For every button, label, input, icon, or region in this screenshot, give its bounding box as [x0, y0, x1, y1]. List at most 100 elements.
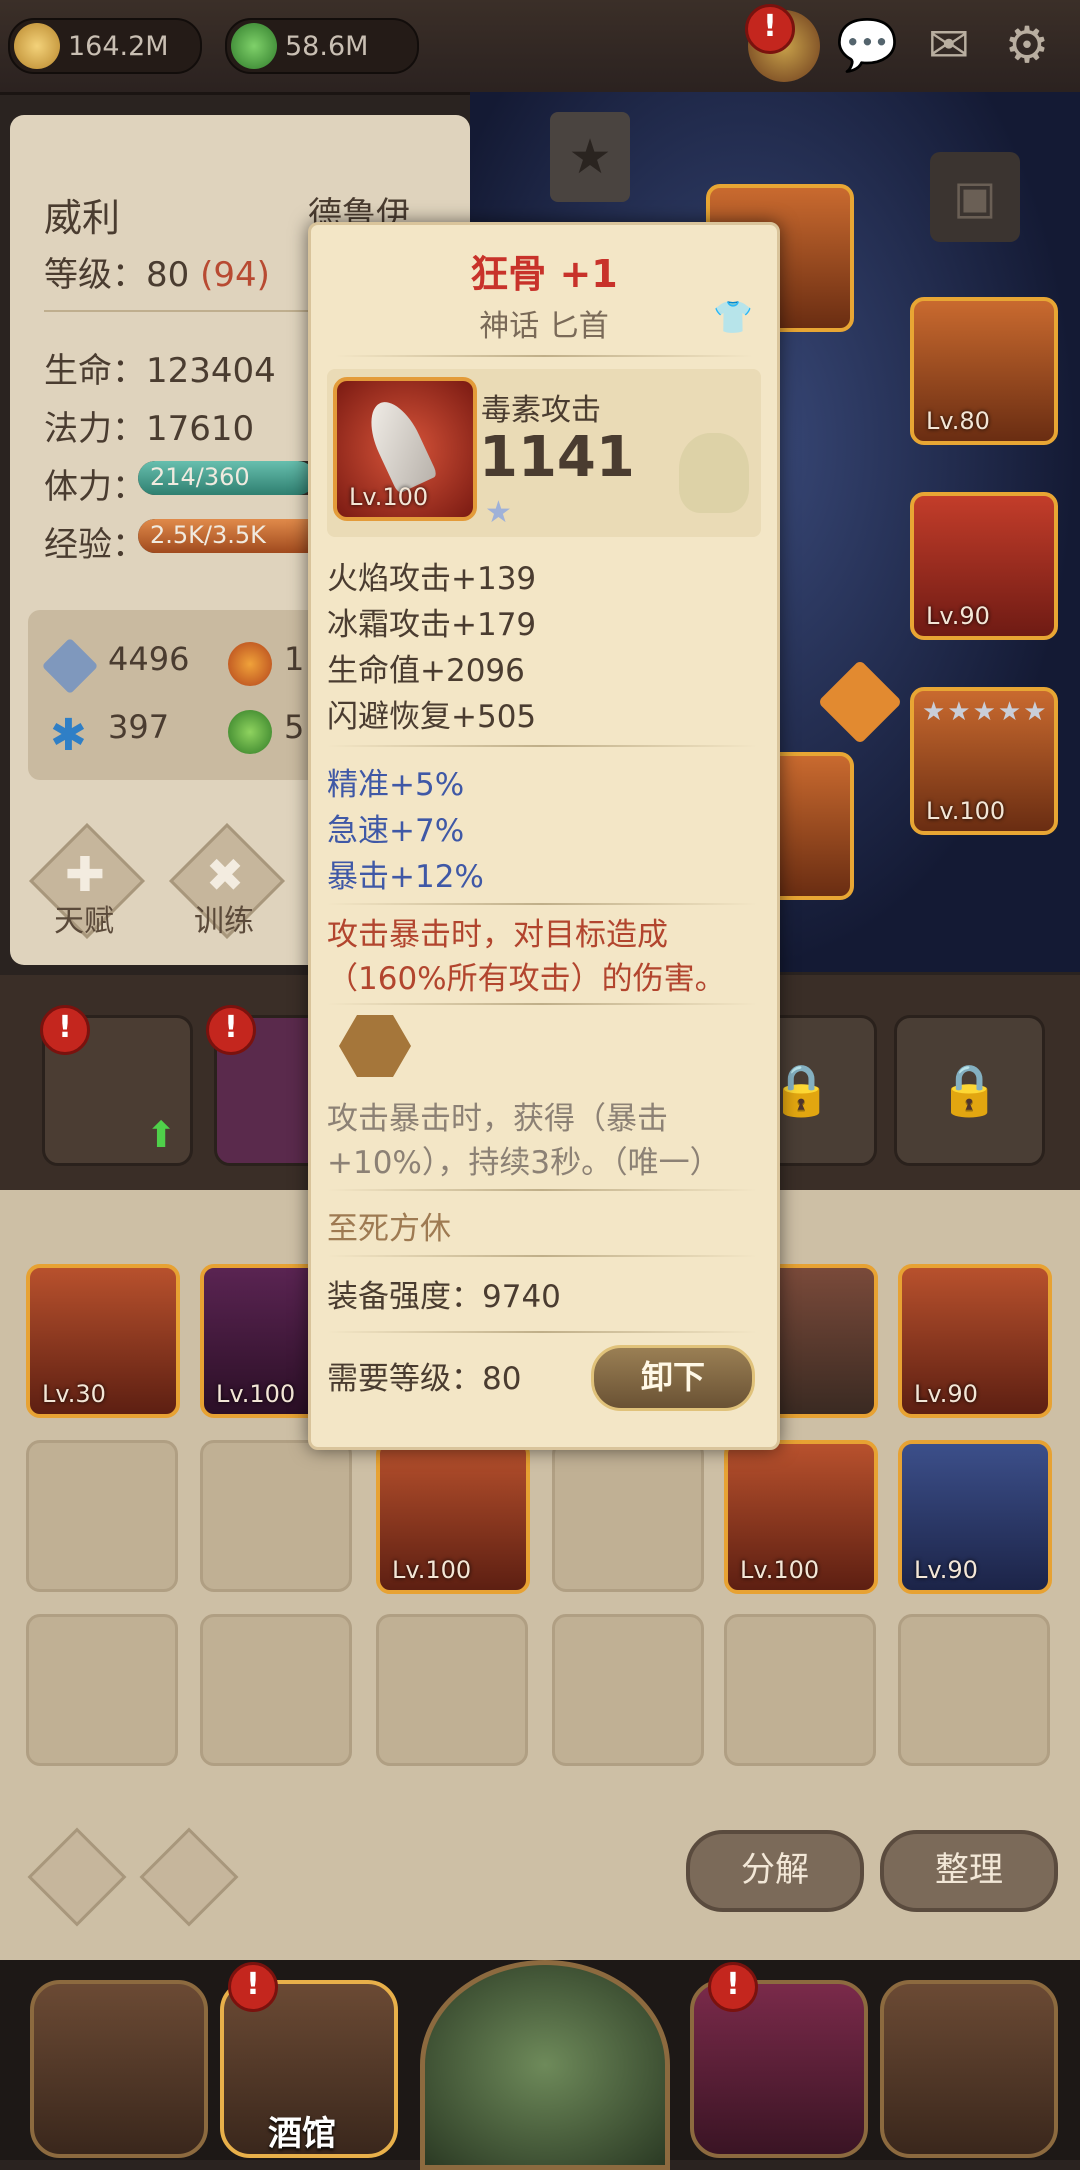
- bottom-nav: ! 酒馆 !: [0, 1960, 1080, 2170]
- gold-counter[interactable]: 164.2M: [8, 18, 202, 74]
- top-bar: 164.2M 58.6M ! 💬 ✉ ⚙: [0, 0, 1080, 95]
- fire-value: 1: [284, 640, 305, 678]
- item-effect-text: 攻击暴击时，对目标造成（160%所有攻击）的伤害。: [327, 917, 726, 997]
- main-stat-label: 毒素攻击: [481, 393, 601, 428]
- item-icon-level: Lv.100: [349, 483, 429, 511]
- fire-icon: [228, 642, 272, 686]
- empty-inventory-slot[interactable]: [200, 1440, 352, 1592]
- chat-icon[interactable]: 💬: [836, 14, 898, 76]
- item-type: 神话 匕首: [479, 309, 609, 344]
- filter-misc-button[interactable]: [139, 1827, 239, 1927]
- bonus-stat-line: 暴击+12%: [327, 859, 484, 895]
- armor-shirt-icon[interactable]: 👕: [713, 299, 753, 335]
- decompose-button[interactable]: 分解: [686, 1830, 864, 1912]
- talent-icon: ✚: [64, 847, 106, 903]
- equipment-power: 装备强度：9740: [327, 1279, 561, 1315]
- hero-level: 等级：80 (94): [44, 247, 270, 296]
- dagger-item-icon: Lv.100: [333, 377, 477, 521]
- item-main-stat-box: Lv.100 毒素攻击 1141 ★: [327, 369, 761, 537]
- divider: [327, 1255, 757, 1257]
- tavern-label: 酒馆: [268, 2114, 336, 2154]
- inventory-item[interactable]: Lv.100: [376, 1440, 530, 1594]
- stat-line: 生命值+2096: [327, 653, 525, 689]
- main-stat-value: 1141: [479, 425, 635, 490]
- upgrade-arrow-icon: ⬆: [146, 1115, 177, 1156]
- upgrade-arrow-icon: [817, 659, 903, 745]
- item-detail-popup: 狂骨 +1 神话 匕首 👕 Lv.100 毒素攻击 1141 ★ 火焰攻击+13…: [308, 222, 780, 1450]
- set-name: 至死方休: [327, 1211, 451, 1247]
- inventory-tab-icon[interactable]: ▣: [930, 152, 1020, 242]
- armor-level: Lv.90: [926, 602, 990, 630]
- star-rank-icon: ★: [485, 495, 512, 530]
- empty-inventory-slot[interactable]: [552, 1614, 704, 1766]
- item-level: Lv.100: [740, 1556, 820, 1584]
- sort-button[interactable]: 整理: [880, 1830, 1058, 1912]
- nav-adventure[interactable]: [420, 1960, 670, 2170]
- empty-inventory-slot[interactable]: [200, 1614, 352, 1766]
- gem-socket-icon[interactable]: [339, 1015, 411, 1077]
- roster-alert-icon: !: [40, 1005, 90, 1055]
- book-level: Lv.100: [926, 797, 1006, 825]
- divider: [327, 1003, 757, 1005]
- empty-inventory-slot[interactable]: [376, 1614, 528, 1766]
- settings-gear-icon[interactable]: ⚙: [996, 14, 1058, 76]
- nav-home[interactable]: [30, 1980, 208, 2158]
- filter-armor-button[interactable]: [27, 1827, 127, 1927]
- empty-inventory-slot[interactable]: [26, 1440, 178, 1592]
- divider: [335, 355, 753, 357]
- shop-alert-icon: !: [708, 1962, 758, 2012]
- green-gem-icon: [231, 23, 277, 69]
- inventory-item[interactable]: Lv.100: [724, 1440, 878, 1594]
- divider: [327, 903, 757, 905]
- inventory-item[interactable]: Lv.90: [898, 1264, 1052, 1418]
- hero-name: 威利: [44, 196, 121, 240]
- poison-value: 5: [284, 708, 305, 746]
- gem-value: 58.6M: [285, 30, 369, 62]
- equip-slot-armor[interactable]: Lv.90: [910, 492, 1058, 640]
- stat-line: 闪避恢复+505: [327, 699, 537, 735]
- inventory-item[interactable]: Lv.30: [26, 1264, 180, 1418]
- alert-badge-icon: !: [745, 4, 795, 54]
- mana-stat: 法力：17610: [44, 409, 255, 449]
- locked-roster-slot: 🔒: [894, 1015, 1045, 1166]
- dagger-blade-icon: [360, 393, 438, 495]
- gold-coin-icon: [14, 23, 60, 69]
- empty-inventory-slot[interactable]: [724, 1614, 876, 1766]
- item-level: Lv.30: [42, 1380, 106, 1408]
- divider: [327, 1331, 757, 1333]
- mail-icon[interactable]: ✉: [918, 14, 980, 76]
- exp-label: 经验：: [44, 525, 146, 565]
- required-level: 需要等级：80: [327, 1361, 522, 1397]
- empty-inventory-slot[interactable]: [552, 1440, 704, 1592]
- roster-alert-icon: !: [206, 1005, 256, 1055]
- stamina-label: 体力：: [44, 467, 146, 507]
- star-banner-icon[interactable]: ★: [550, 112, 630, 202]
- stat-line: 冰霜攻击+179: [327, 607, 537, 643]
- frost-value: 397: [108, 708, 170, 746]
- crossed-swords-icon: ✖: [205, 848, 245, 902]
- item-level: Lv.90: [914, 1556, 978, 1584]
- gem-counter[interactable]: 58.6M: [225, 18, 419, 74]
- stat-line: 火焰攻击+139: [327, 561, 537, 597]
- poison-icon: [228, 710, 272, 754]
- stamina-value: 214/360: [150, 463, 250, 491]
- ring-level: Lv.80: [926, 407, 990, 435]
- nav-forge[interactable]: [880, 1980, 1058, 2158]
- book-stars: ★★★★★: [922, 697, 1049, 727]
- empty-inventory-slot[interactable]: [898, 1614, 1050, 1766]
- unequip-button[interactable]: 卸下: [591, 1345, 755, 1411]
- inventory-item[interactable]: Lv.90: [898, 1440, 1052, 1594]
- gold-value: 164.2M: [68, 30, 169, 62]
- equip-slot-ring[interactable]: Lv.80: [910, 297, 1058, 445]
- frost-icon: ✱: [50, 710, 87, 761]
- item-name: 狂骨 +1: [470, 252, 618, 296]
- divider: [327, 1189, 757, 1191]
- empty-inventory-slot[interactable]: [26, 1614, 178, 1766]
- tavern-alert-icon: !: [228, 1962, 278, 2012]
- poison-skull-icon: [679, 433, 749, 513]
- bonus-stat-line: 急速+7%: [327, 813, 465, 849]
- level-bonus: (94): [200, 255, 270, 295]
- item-level: Lv.100: [216, 1380, 296, 1408]
- item-level: Lv.100: [392, 1556, 472, 1584]
- talent-label: 天赋: [54, 904, 114, 939]
